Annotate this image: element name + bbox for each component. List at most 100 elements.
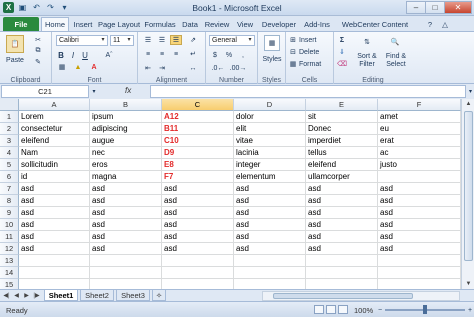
cell[interactable]: asd (90, 183, 162, 195)
font-color-icon[interactable]: A (88, 62, 100, 72)
insert-function-button[interactable]: fx (125, 86, 131, 95)
delete-button[interactable]: Delete (299, 47, 327, 57)
tab-review[interactable]: Review (202, 17, 232, 31)
row-header[interactable]: 6 (0, 171, 19, 183)
row-header[interactable]: 10 (0, 219, 19, 231)
cell[interactable] (19, 255, 90, 267)
cell[interactable]: C10 (162, 135, 234, 147)
tab-webcenter-content[interactable]: WebCenter Content (334, 17, 416, 31)
cell[interactable]: asd (234, 219, 306, 231)
find-select-icon[interactable]: 🔍 (388, 35, 402, 49)
row-header[interactable]: 9 (0, 207, 19, 219)
cell[interactable]: asd (19, 243, 90, 255)
cell[interactable] (234, 279, 306, 289)
cell[interactable] (90, 267, 162, 279)
row-header[interactable]: 14 (0, 267, 19, 279)
delete-cells-icon[interactable]: ⊟ (288, 47, 298, 57)
cell[interactable]: A12 (162, 111, 234, 123)
cell[interactable]: asd (378, 231, 461, 243)
cell[interactable]: asd (378, 243, 461, 255)
page-break-view-icon[interactable] (338, 305, 348, 314)
cell[interactable]: sollicitudin (19, 159, 90, 171)
cell[interactable]: Nam (19, 147, 90, 159)
cell[interactable]: Donec (306, 123, 378, 135)
row-header[interactable]: 13 (0, 255, 19, 267)
decrease-decimal-icon[interactable]: .00→ (229, 63, 247, 73)
font-size-select[interactable]: 11 ▾ (110, 35, 134, 46)
clear-icon[interactable]: ⌫ (337, 59, 347, 69)
column-header-e[interactable]: E (306, 99, 378, 111)
cell[interactable] (306, 255, 378, 267)
cut-icon[interactable]: ✂ (32, 35, 44, 45)
fill-icon[interactable]: ⇓ (337, 47, 347, 57)
font-name-select[interactable]: Calibri ▾ (56, 35, 108, 46)
cell[interactable]: asd (19, 207, 90, 219)
tab-insert[interactable]: Insert (70, 17, 96, 31)
zoom-level[interactable]: 100% (354, 306, 373, 315)
cell[interactable]: asd (90, 231, 162, 243)
cell[interactable]: integer (234, 159, 306, 171)
cell[interactable]: vitae (234, 135, 306, 147)
cell[interactable]: sit (306, 111, 378, 123)
scroll-up-icon[interactable]: ▲ (462, 99, 474, 109)
decrease-indent-icon[interactable]: ⇤ (142, 63, 154, 73)
styles-icon[interactable]: ▦ (264, 35, 280, 51)
wrap-text-icon[interactable]: ↵ (186, 49, 200, 59)
cell[interactable] (378, 171, 461, 183)
cell[interactable]: augue (90, 135, 162, 147)
sheet-tab-1[interactable]: Sheet1 (44, 290, 78, 301)
cell[interactable]: asd (234, 183, 306, 195)
cell[interactable]: elementum (234, 171, 306, 183)
cell[interactable]: asd (162, 243, 234, 255)
cell[interactable]: asd (306, 195, 378, 207)
minimize-button[interactable]: – (406, 1, 426, 14)
cell[interactable]: eros (90, 159, 162, 171)
ribbon-minimize-icon[interactable]: △ (440, 17, 450, 31)
merge-center-icon[interactable]: ↔ (186, 63, 200, 73)
cell[interactable]: asd (378, 207, 461, 219)
cell[interactable] (90, 255, 162, 267)
insert-button[interactable]: Insert (299, 35, 327, 45)
cell[interactable]: eu (378, 123, 461, 135)
cell[interactable]: asd (19, 219, 90, 231)
cell[interactable]: asd (162, 219, 234, 231)
cell[interactable]: asd (90, 207, 162, 219)
tab-developer[interactable]: Developer (258, 17, 300, 31)
align-right-icon[interactable]: ≡ (170, 49, 182, 59)
cell[interactable]: asd (234, 231, 306, 243)
cell[interactable]: B11 (162, 123, 234, 135)
cell[interactable] (378, 267, 461, 279)
expand-formula-bar-icon[interactable]: ▾ (467, 87, 474, 96)
sort-filter-button[interactable]: Sort & (352, 52, 382, 60)
page-layout-view-icon[interactable] (326, 305, 336, 314)
horizontal-scroll-thumb[interactable] (273, 293, 413, 299)
percent-button[interactable]: % (223, 50, 235, 60)
first-sheet-icon[interactable]: ◀| (2, 291, 11, 301)
column-header-f[interactable]: F (378, 99, 461, 111)
column-header-c[interactable]: C (162, 99, 234, 111)
autosum-icon[interactable]: Σ (337, 35, 347, 45)
cell[interactable]: eleifend (19, 135, 90, 147)
cell[interactable] (19, 279, 90, 289)
cell[interactable] (306, 267, 378, 279)
cell[interactable]: asd (90, 243, 162, 255)
cell[interactable]: magna (90, 171, 162, 183)
cell[interactable]: id (19, 171, 90, 183)
column-header-d[interactable]: D (234, 99, 306, 111)
tab-file[interactable]: File (3, 17, 39, 31)
cell[interactable] (90, 279, 162, 289)
sheet-tab-3[interactable]: Sheet3 (116, 290, 150, 301)
vertical-scrollbar[interactable]: ▲ ▼ (461, 99, 474, 289)
next-sheet-icon[interactable]: ▶ (22, 291, 31, 301)
cell[interactable]: asd (234, 195, 306, 207)
column-header-a[interactable]: A (19, 99, 90, 111)
cell[interactable]: lacinia (234, 147, 306, 159)
tab-data[interactable]: Data (179, 17, 201, 31)
cell[interactable]: eleifend (306, 159, 378, 171)
row-header[interactable]: 12 (0, 243, 19, 255)
sort-filter-button-line2[interactable]: Filter (352, 60, 382, 68)
align-top-icon[interactable]: ☰ (142, 35, 154, 45)
cell[interactable]: asd (162, 195, 234, 207)
cell[interactable]: nec (90, 147, 162, 159)
cell[interactable] (234, 255, 306, 267)
